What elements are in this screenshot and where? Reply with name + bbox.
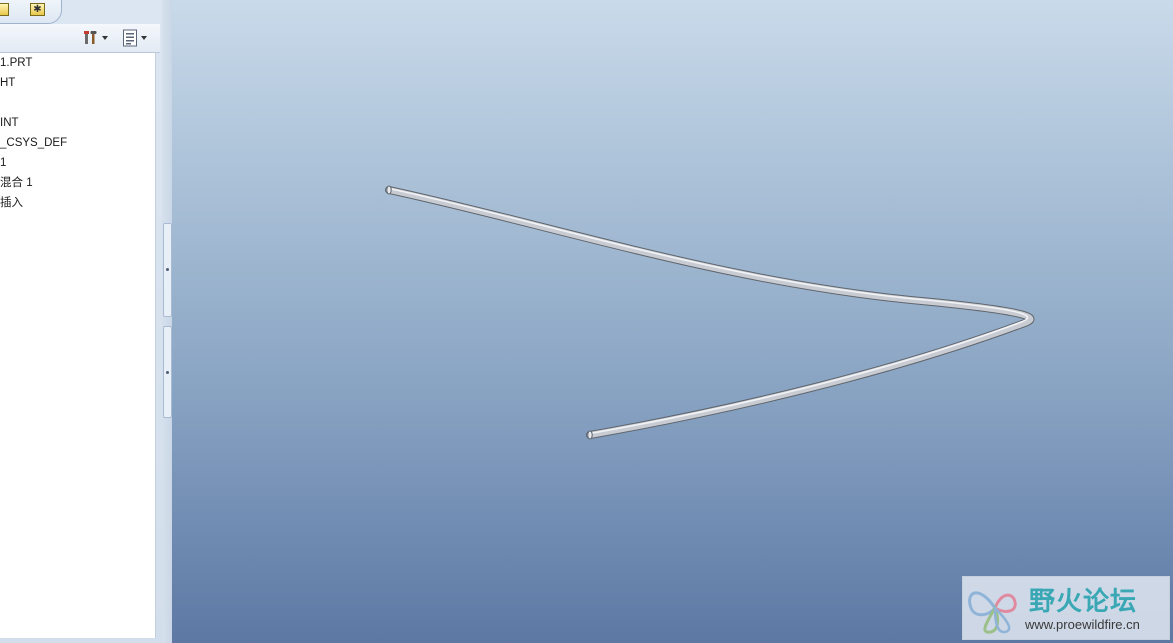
list-icon xyxy=(123,29,137,47)
panel-splitter[interactable] xyxy=(162,0,172,643)
chevron-down-icon xyxy=(141,36,147,40)
tools-icon xyxy=(84,31,97,44)
sash-handle[interactable] xyxy=(163,326,172,418)
model-tree-toolbar xyxy=(0,24,160,53)
navigator-tabs: ✱ xyxy=(0,0,162,24)
watermark-url: www.proewildfire.cn xyxy=(1025,617,1140,632)
grip-dot-icon xyxy=(166,268,169,271)
tree-item-insert[interactable]: 插入 xyxy=(0,193,23,213)
tree-item-feature[interactable]: 1 xyxy=(0,153,6,173)
forum-watermark: 野火论坛 www.proewildfire.cn xyxy=(962,576,1170,640)
tree-item-csys[interactable]: _CSYS_DEF xyxy=(0,133,67,153)
tree-item-front[interactable]: INT xyxy=(0,113,19,133)
settings-dropdown-button[interactable] xyxy=(83,28,108,48)
sweep-tube-model[interactable] xyxy=(172,0,1173,643)
navigator-panel: ✱ 1.PRT HT INT _CSYS_DEF 1 混合 1 插入 xyxy=(0,0,162,643)
chevron-down-icon xyxy=(102,36,108,40)
show-dropdown-button[interactable] xyxy=(122,28,147,48)
model-tree: 1.PRT HT INT _CSYS_DEF 1 混合 1 插入 xyxy=(0,53,156,638)
sash-handle[interactable] xyxy=(163,223,172,317)
grip-dot-icon xyxy=(166,371,169,374)
favorites-icon[interactable]: ✱ xyxy=(30,3,45,16)
butterfly-logo-icon xyxy=(968,591,1017,634)
folder-icon[interactable] xyxy=(0,3,9,16)
watermark-title: 野火论坛 xyxy=(1029,587,1138,617)
tree-item-right[interactable]: HT xyxy=(0,73,15,93)
tree-item-part[interactable]: 1.PRT xyxy=(0,53,32,73)
tree-item-blend[interactable]: 混合 1 xyxy=(0,173,33,193)
graphics-viewport[interactable]: 野火论坛 www.proewildfire.cn xyxy=(172,0,1173,643)
